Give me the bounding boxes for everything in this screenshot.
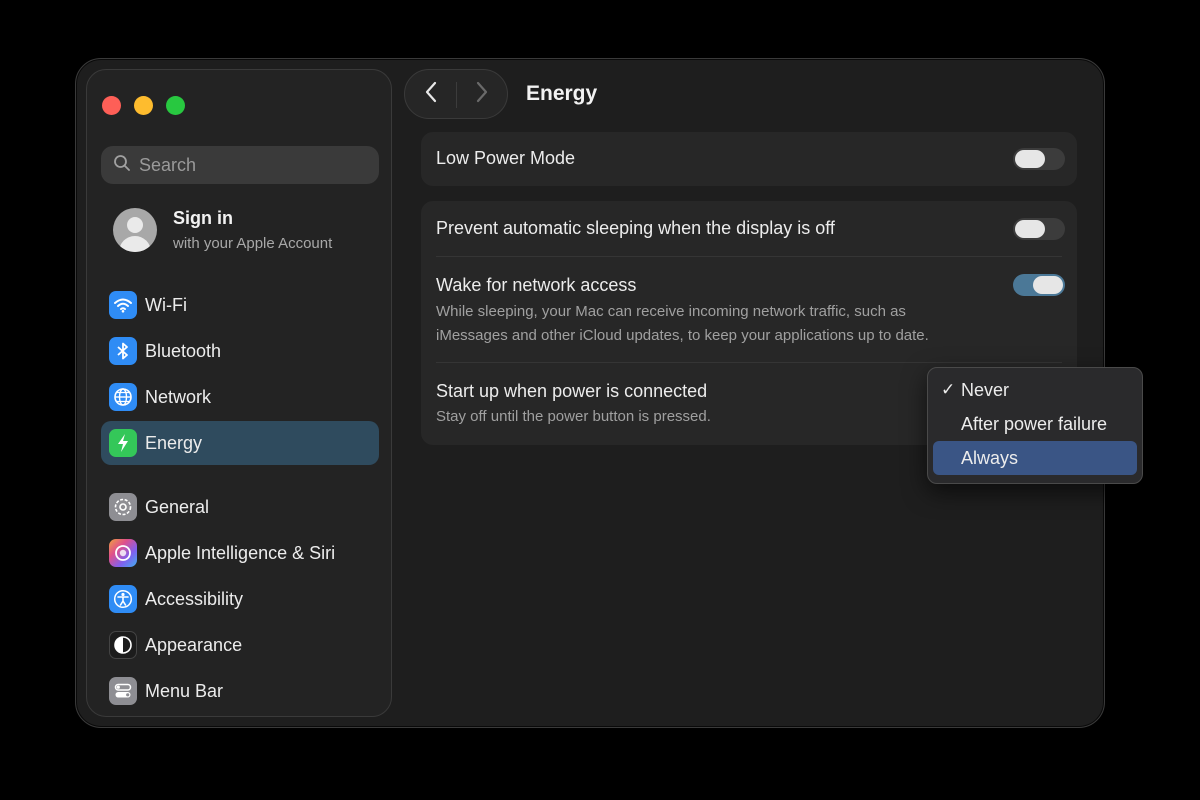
bolt-icon	[109, 429, 137, 457]
chevron-right-icon	[476, 81, 487, 102]
page-title: Energy	[526, 82, 598, 105]
toolbar: Energy	[404, 69, 597, 119]
sidebar-item-bluetooth[interactable]: Bluetooth	[101, 329, 379, 373]
startup-power-description: Stay off until the power button is press…	[436, 408, 711, 425]
wake-network-toggle[interactable]	[1013, 274, 1065, 296]
wake-network-description-line2: iMessages and other iCloud updates, to k…	[436, 327, 929, 344]
sidebar-item-network[interactable]: Network	[101, 375, 379, 419]
sidebar-item-label: General	[145, 496, 210, 517]
low-power-label: Low Power Mode	[436, 148, 576, 168]
menubar-icon	[109, 677, 137, 705]
sidebar-item-label: Appearance	[145, 634, 243, 655]
menu-item-label: After power failure	[961, 413, 1108, 434]
sidebar-item-label: Accessibility	[145, 588, 244, 609]
low-power-card: Low Power Mode	[421, 132, 1077, 186]
wake-network-label: Wake for network access	[436, 275, 637, 295]
forward-button[interactable]	[475, 81, 489, 108]
menu-item-always[interactable]: Always	[933, 441, 1137, 475]
menu-item-never[interactable]: ✓ Never	[933, 373, 1137, 407]
gear-icon	[109, 493, 137, 521]
navigation-buttons	[404, 69, 508, 119]
traffic-lights	[102, 96, 185, 115]
divider	[436, 256, 1062, 257]
sidebar-item-label: Menu Bar	[145, 680, 224, 701]
low-power-toggle[interactable]	[1013, 148, 1065, 170]
minimize-window-button[interactable]	[134, 96, 153, 115]
menu-item-label: Never	[961, 379, 1010, 400]
sidebar-item-label: Bluetooth	[145, 340, 222, 361]
menu-item-label: Always	[961, 447, 1019, 468]
accessibility-icon	[109, 585, 137, 613]
prevent-sleep-toggle[interactable]	[1013, 218, 1065, 240]
bluetooth-icon	[109, 337, 137, 365]
search-field[interactable]	[101, 146, 379, 184]
checkmark-icon: ✓	[941, 380, 956, 399]
account-title: Sign in	[173, 208, 233, 228]
sidebar-item-label: Wi-Fi	[145, 294, 187, 315]
wifi-icon	[109, 291, 137, 319]
sidebar-item-label: Network	[145, 386, 212, 407]
account-subtitle: with your Apple Account	[173, 235, 333, 252]
search-input[interactable]	[139, 154, 359, 176]
search-icon	[113, 154, 131, 177]
siri-icon	[109, 539, 137, 567]
divider	[436, 362, 1062, 363]
sidebar-item-energy[interactable]: Energy	[101, 421, 379, 465]
startup-power-menu: ✓ Never After power failure Always	[927, 367, 1143, 484]
sidebar-item-accessibility[interactable]: Accessibility	[101, 577, 379, 621]
prevent-sleep-label: Prevent automatic sleeping when the disp…	[436, 218, 835, 238]
avatar	[113, 208, 157, 252]
back-button[interactable]	[424, 81, 438, 108]
account-signin[interactable]: Sign in with your Apple Account	[113, 208, 332, 252]
sidebar-item-label: Energy	[145, 432, 203, 453]
zoom-window-button[interactable]	[166, 96, 185, 115]
globe-icon	[109, 383, 137, 411]
sidebar-item-label: Apple Intelligence & Siri	[145, 542, 336, 563]
sidebar-item-menu-bar[interactable]: Menu Bar	[101, 669, 379, 713]
sidebar: Sign in with your Apple Account Wi-Fi Bl…	[86, 69, 392, 717]
chevron-left-icon	[425, 81, 436, 102]
sidebar-item-apple-intelligence-siri[interactable]: Apple Intelligence & Siri	[101, 531, 379, 575]
sidebar-item-appearance[interactable]: Appearance	[101, 623, 379, 667]
sidebar-item-wifi[interactable]: Wi-Fi	[101, 283, 379, 327]
startup-power-label: Start up when power is connected	[436, 381, 708, 401]
menu-item-after-power-failure[interactable]: After power failure	[933, 407, 1137, 441]
close-window-button[interactable]	[102, 96, 121, 115]
appearance-icon	[109, 631, 137, 659]
sidebar-item-general[interactable]: General	[101, 485, 379, 529]
wake-network-description-line1: While sleeping, your Mac can receive inc…	[436, 303, 906, 320]
